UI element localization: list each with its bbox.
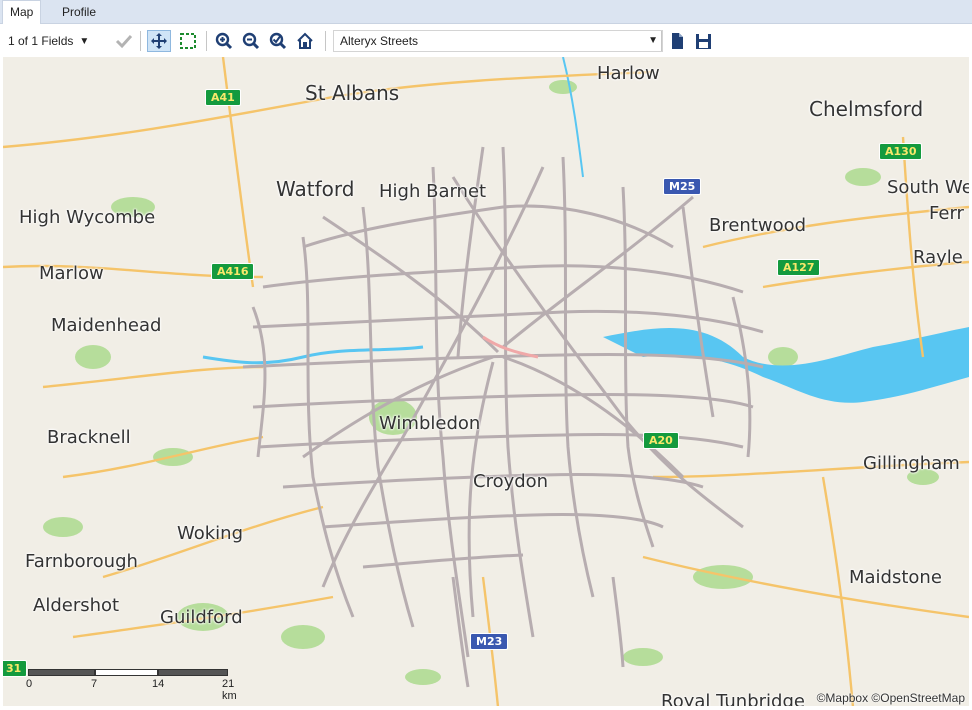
save-icon[interactable] <box>692 30 714 52</box>
place-label: Maidenhead <box>51 315 162 336</box>
place-label: Gillingham <box>863 453 960 474</box>
place-label: Farnborough <box>25 551 138 572</box>
place-label: Watford <box>276 177 355 201</box>
scale-bar: 0 7 14 21 km <box>26 669 237 702</box>
place-label: Ferr <box>929 203 964 224</box>
road-shield: A20 <box>643 432 679 449</box>
home-icon[interactable] <box>294 30 316 52</box>
layer-select[interactable]: Alteryx Streets ▼ <box>333 30 663 52</box>
fields-label: 1 of 1 Fields <box>8 34 74 48</box>
scale-segment <box>95 669 158 676</box>
place-label: South We <box>887 177 969 198</box>
chevron-down-icon: ▼ <box>648 35 658 46</box>
layer-select-value: Alteryx Streets <box>340 34 419 48</box>
toolbar-divider <box>140 31 141 51</box>
scale-label: 21 km <box>222 678 237 702</box>
place-label: Brentwood <box>709 215 807 236</box>
place-label: High Wycombe <box>19 207 156 228</box>
place-label: Aldershot <box>33 595 120 616</box>
scale-segment <box>158 669 228 676</box>
place-label: Croydon <box>473 471 549 492</box>
fields-dropdown[interactable]: 1 of 1 Fields ▼ <box>8 30 89 52</box>
select-rectangle-icon[interactable] <box>176 30 200 52</box>
place-label: High Barnet <box>379 181 487 202</box>
tab-profile[interactable]: Profile <box>55 3 103 24</box>
place-label: Royal Tunbridge <box>661 691 805 707</box>
zoom-out-icon[interactable] <box>240 30 262 52</box>
copy-icon[interactable] <box>666 30 688 52</box>
place-label: St Albans <box>305 81 400 105</box>
scale-label: 7 <box>91 678 98 690</box>
toolbar-divider <box>325 31 326 51</box>
tab-map[interactable]: Map <box>2 0 42 25</box>
place-label: Maidstone <box>849 567 942 588</box>
scale-label: 0 <box>26 678 33 690</box>
dropdown-caret-icon: ▼ <box>79 35 90 47</box>
place-label: Marlow <box>39 263 104 284</box>
toolbar-divider <box>661 31 662 51</box>
toolbar-divider <box>206 31 207 51</box>
tab-bar: Map Profile <box>0 0 972 25</box>
place-label: Wimbledon <box>379 413 481 434</box>
map-basemap <box>3 57 969 707</box>
place-label: Chelmsford <box>809 97 924 121</box>
zoom-to-selection-icon[interactable] <box>267 30 289 52</box>
map-view[interactable]: Harlow St Albans Chelmsford Watford High… <box>3 57 969 707</box>
scale-label: 14 <box>152 678 165 690</box>
map-attribution[interactable]: ©Mapbox ©OpenStreetMap <box>817 691 965 705</box>
place-label: Guildford <box>160 607 243 628</box>
checkmark-icon[interactable] <box>113 30 135 52</box>
bottom-frame <box>0 706 972 710</box>
alteryx-streets-layer <box>242 146 764 688</box>
zoom-in-icon[interactable] <box>213 30 235 52</box>
road-shield: A41 <box>205 89 241 106</box>
road-shield: A416 <box>211 263 255 280</box>
road-shield: 31 <box>3 660 28 677</box>
road-shield: A130 <box>879 143 923 160</box>
scale-segment <box>28 669 95 676</box>
road-shield: M23 <box>470 633 509 650</box>
place-label: Woking <box>177 523 244 544</box>
pan-icon[interactable] <box>147 30 171 52</box>
road-shield: A127 <box>777 259 821 276</box>
map-toolbar: 1 of 1 Fields ▼ Alteryx Streets ▼ <box>0 24 972 57</box>
place-label: Harlow <box>597 63 660 84</box>
place-label: Rayle <box>913 247 963 268</box>
road-shield: M25 <box>663 178 702 195</box>
place-label: Bracknell <box>47 427 131 448</box>
